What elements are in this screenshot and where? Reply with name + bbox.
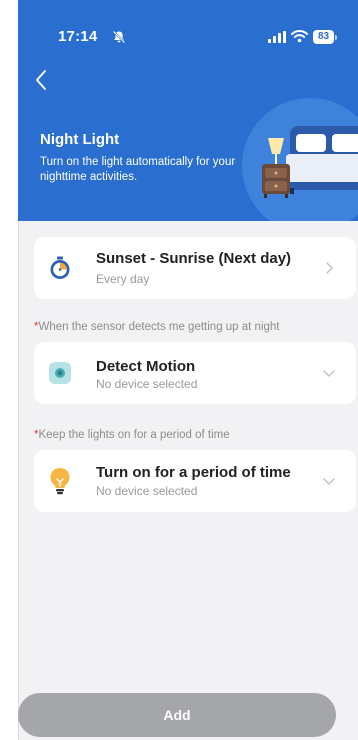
page-subtitle: Turn on the light automatically for your…: [40, 156, 236, 183]
chevron-down-icon: [323, 370, 335, 377]
turn-on-period-title: Turn on for a period of time: [96, 464, 291, 481]
status-time: 17:14: [58, 28, 98, 45]
detect-motion-title: Detect Motion: [96, 358, 196, 375]
status-bar: 17:14 83: [18, 0, 358, 50]
schedule-card[interactable]: Sunset - Sunrise (Next day) Every day: [34, 237, 356, 299]
schedule-time-range: Sunset - Sunrise (Next day): [96, 250, 292, 267]
light-bulb-icon: [50, 468, 70, 495]
detect-motion-status: No device selected: [96, 377, 198, 391]
cellular-signal-icon: [268, 31, 286, 43]
bell-muted-icon: [112, 30, 126, 44]
header-banner: 17:14 83 Night Light Turn on the light a…: [18, 0, 358, 221]
bedroom-illustration: [242, 98, 358, 221]
wifi-icon: [291, 30, 308, 43]
timer-icon: [50, 256, 70, 279]
add-button[interactable]: Add: [18, 693, 336, 737]
chevron-right-icon: [326, 262, 333, 274]
turn-on-period-card[interactable]: Turn on for a period of time No device s…: [34, 450, 356, 512]
motion-section-label: *When the sensor detects me getting up a…: [34, 321, 280, 333]
detect-motion-card[interactable]: Detect Motion No device selected: [34, 342, 356, 404]
chevron-down-icon: [323, 478, 335, 485]
phone-screen: 17:14 83 Night Light Turn on the light a…: [18, 0, 358, 740]
battery-tip: [335, 35, 337, 40]
page-title: Night Light: [40, 131, 120, 148]
battery-indicator: 83: [313, 30, 334, 44]
back-arrow-icon[interactable]: [28, 66, 56, 94]
motion-sensor-icon: [49, 362, 71, 384]
light-section-label: *Keep the lights on for a period of time: [34, 429, 230, 441]
schedule-repeat: Every day: [96, 272, 150, 286]
turn-on-period-status: No device selected: [96, 484, 198, 498]
